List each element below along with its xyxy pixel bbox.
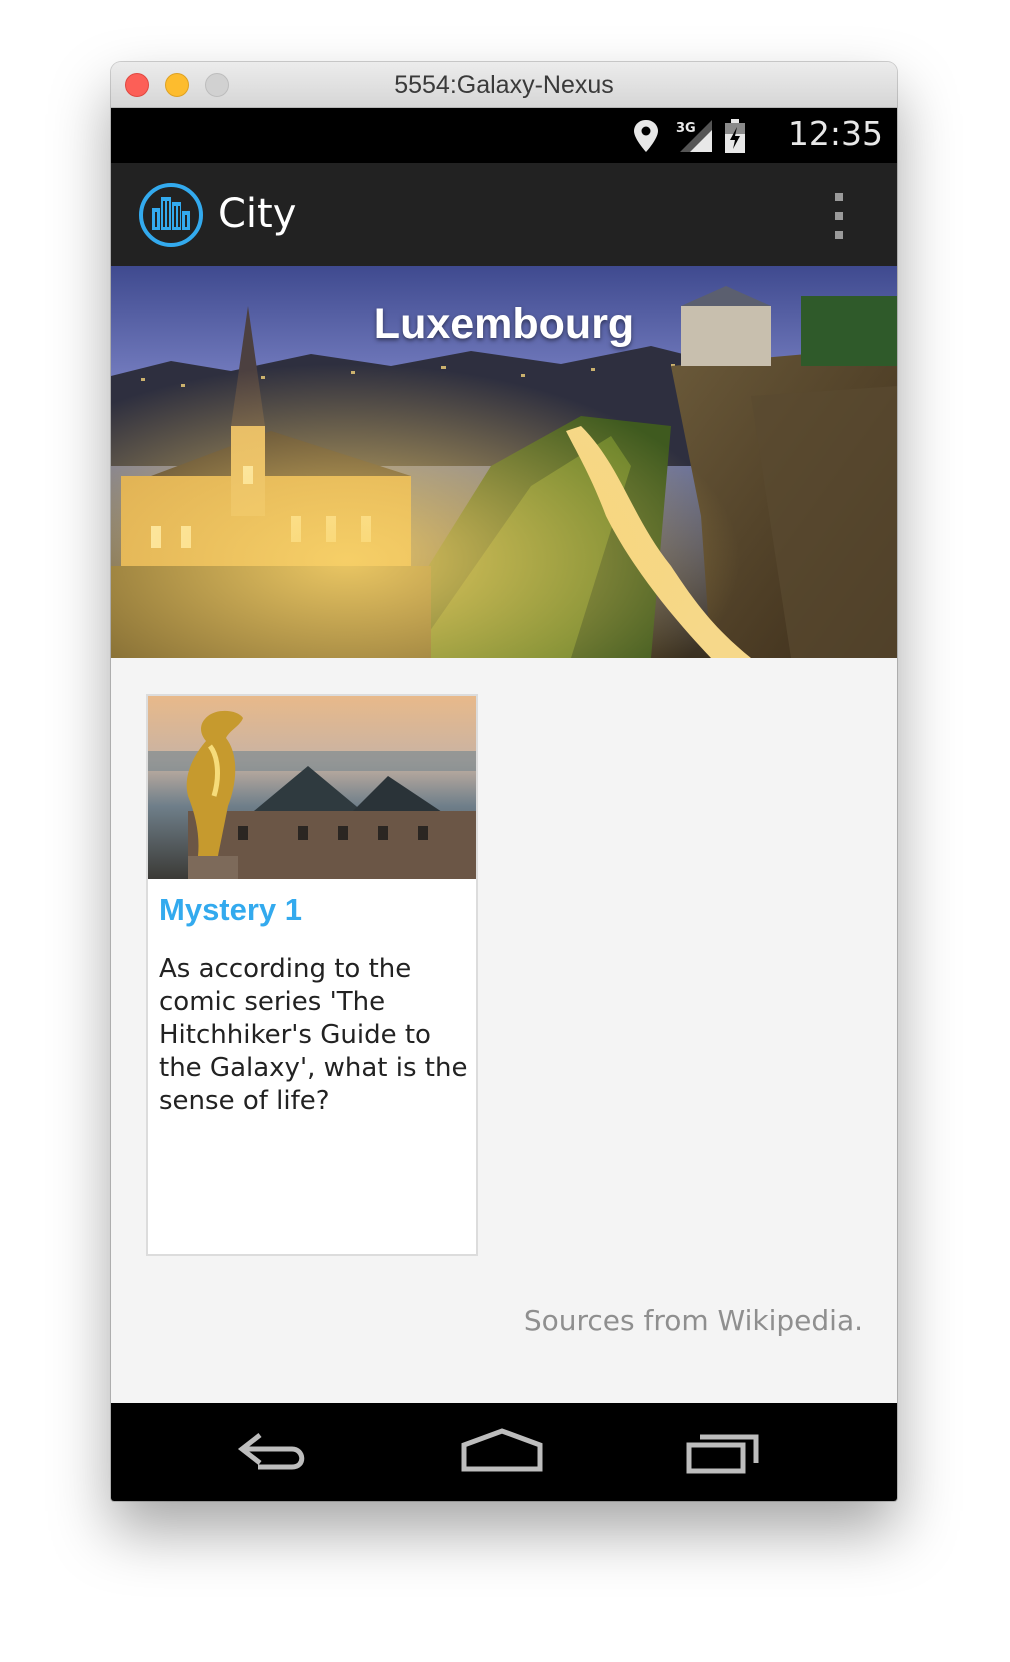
city-name-heading: Luxembourg [373,300,635,348]
network-type-label: 3G [676,121,696,136]
emulator-window: 5554:Galaxy-Nexus 3G 12:35 City Luxembou… [111,62,897,1501]
mystery-card-title: Mystery 1 [159,892,303,927]
home-icon[interactable] [461,1427,543,1477]
mystery-card-question: As according to the comic series 'The Hi… [159,954,468,1116]
content-area: Mystery 1 As according to the comic seri… [111,658,897,1403]
city-buildings-icon[interactable] [138,182,204,248]
app-title: City [218,191,297,237]
navigation-bar [111,1403,897,1501]
action-bar: City [111,163,897,266]
status-clock: 12:35 [787,114,883,153]
recent-apps-icon[interactable] [686,1427,762,1477]
city-hero-banner: Luxembourg [111,266,897,658]
status-bar: 3G 12:35 [111,108,897,163]
overflow-menu-icon[interactable] [829,193,849,241]
back-icon[interactable] [236,1427,312,1477]
window-titlebar[interactable]: 5554:Galaxy-Nexus [111,62,897,108]
battery-icon [725,119,745,153]
signal-3g-icon: 3G [676,120,712,152]
mystery-card[interactable]: Mystery 1 As according to the comic seri… [146,694,478,1256]
window-title: 5554:Galaxy-Nexus [394,71,614,99]
location-pin-icon [634,120,658,152]
mystery-card-image [148,696,476,879]
sources-attribution: Sources from Wikipedia. [523,1304,863,1337]
